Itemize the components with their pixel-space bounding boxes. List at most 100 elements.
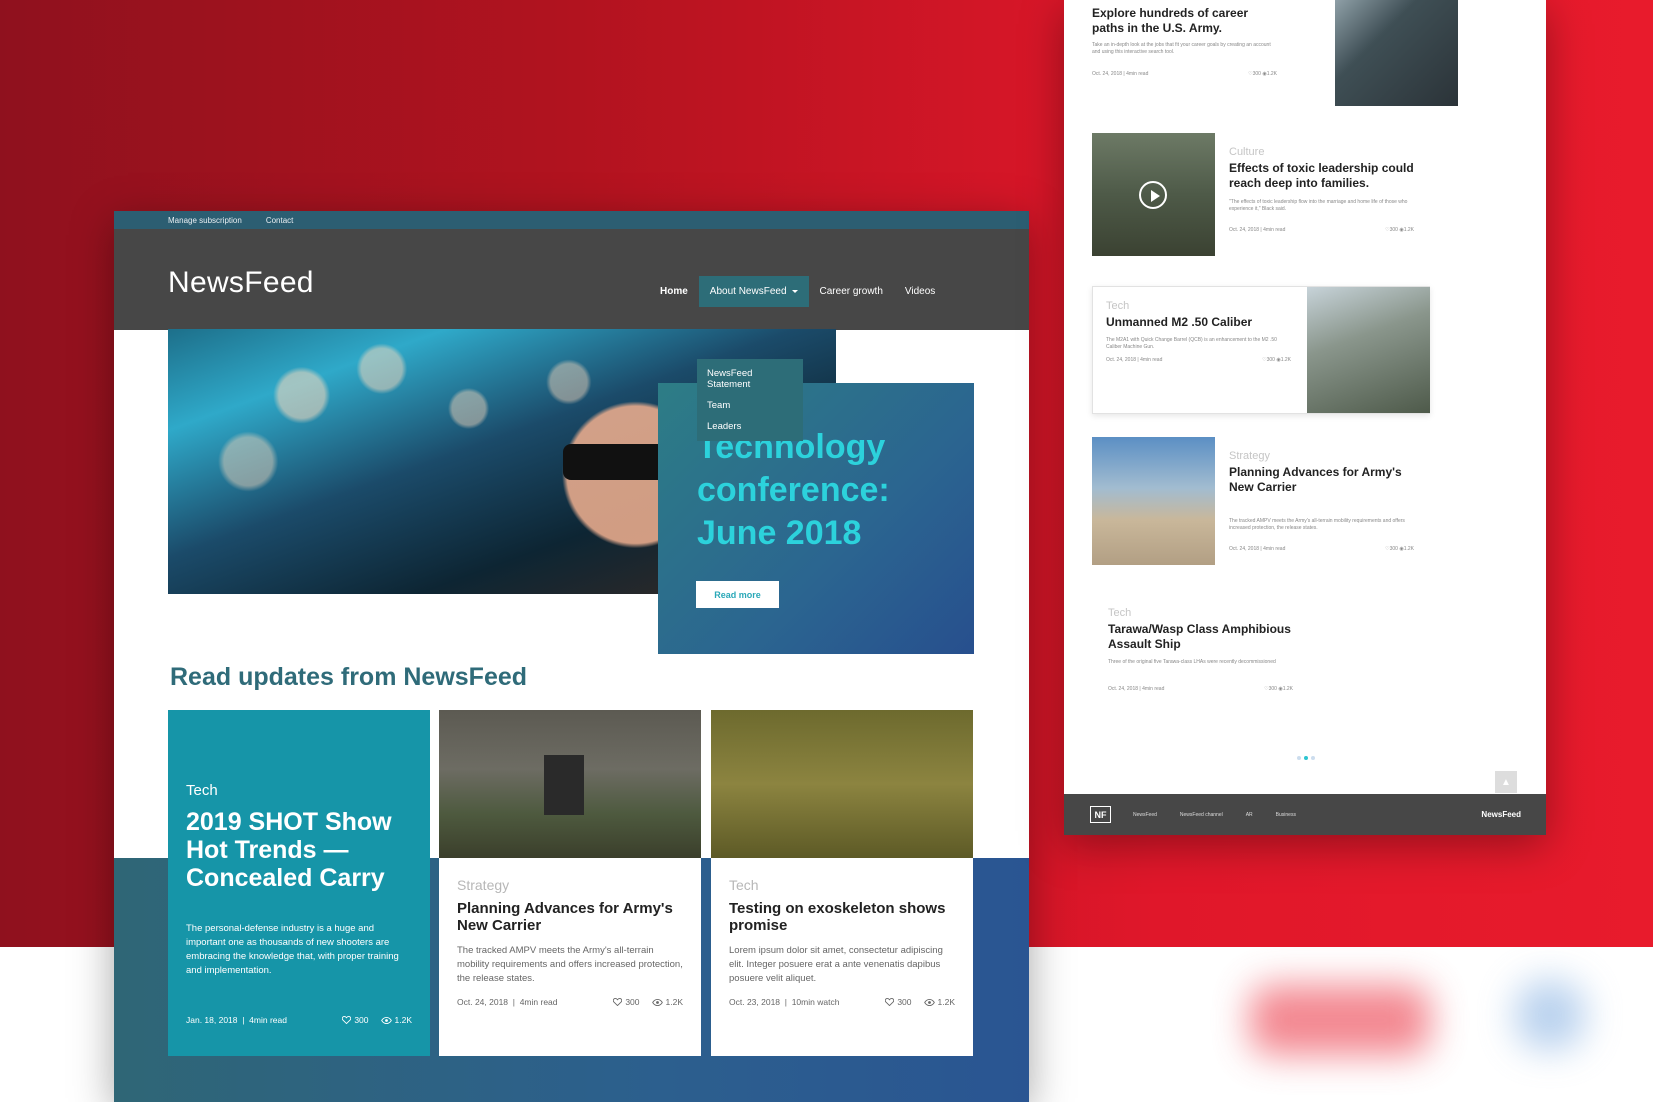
article-category: Tech <box>1108 607 1132 619</box>
heart-icon[interactable] <box>342 1016 352 1024</box>
list-article[interactable]: Tech Tarawa/Wasp Class Amphibious Assaul… <box>1092 593 1430 716</box>
card-likes: 300 <box>897 997 912 1007</box>
article-likes: 300 <box>1252 71 1261 77</box>
pagination-dot[interactable] <box>1311 756 1315 760</box>
card-category: Tech <box>729 877 759 893</box>
nav-videos[interactable]: Videos <box>894 276 946 307</box>
card-title[interactable]: 2019 SHOT Show Hot Trends — Concealed Ca… <box>186 808 426 892</box>
eye-icon <box>923 998 935 1006</box>
blurred-button-red <box>1250 985 1430 1055</box>
dropdown-item-statement[interactable]: NewsFeed Statement <box>697 363 803 395</box>
pagination-dot[interactable] <box>1297 756 1301 760</box>
article-views: 1.2K <box>1266 71 1277 77</box>
top-strip: Manage subscription Contact <box>114 211 1029 229</box>
article-card[interactable]: Strategy Planning Advances for Army's Ne… <box>439 710 701 1056</box>
dropdown-item-leaders[interactable]: Leaders <box>697 416 803 437</box>
site-logo[interactable]: NewsFeed <box>168 266 314 300</box>
main-nav: Home About NewsFeed Career growth Videos <box>649 276 946 307</box>
article-category: Culture <box>1229 146 1265 158</box>
play-icon[interactable] <box>1139 181 1167 209</box>
footer-link[interactable]: NewsFeed channel <box>1180 812 1223 818</box>
dropdown-item-team[interactable]: Team <box>697 395 803 416</box>
blurred-button-blue <box>1515 980 1585 1050</box>
article-card[interactable]: Tech Testing on exoskeleton shows promis… <box>711 710 973 1056</box>
article-meta: Oct. 24, 2018 | 4min read ♡ 300 ◉ 1.2K <box>1106 357 1291 363</box>
article-read-time: 4min read <box>1126 71 1149 77</box>
article-date: Oct. 24, 2018 <box>1106 357 1137 363</box>
footer-link[interactable]: NewsFeed <box>1133 812 1157 818</box>
card-views: 1.2K <box>665 997 684 1007</box>
article-thumbnail <box>1092 133 1215 256</box>
manage-subscription-link[interactable]: Manage subscription <box>168 216 242 225</box>
article-views: 1.2K <box>1282 686 1293 692</box>
article-description: "The effects of toxic leadership flow in… <box>1229 199 1408 212</box>
article-description: Take an in-depth look at the jobs that f… <box>1092 42 1271 55</box>
list-article[interactable]: Tech Unmanned M2 .50 Caliber The M2A1 wi… <box>1092 286 1430 414</box>
card-title[interactable]: Planning Advances for Army's New Carrier <box>457 900 687 934</box>
card-likes: 300 <box>625 997 640 1007</box>
eye-icon <box>380 1016 392 1024</box>
article-description: Three of the original five Tarawa-class … <box>1108 659 1276 665</box>
pagination-dot-active[interactable] <box>1304 756 1308 760</box>
footer-links: NewsFeed NewsFeed channel AR Business <box>1133 812 1296 818</box>
article-views: 1.2K <box>1280 357 1291 363</box>
card-meta: Oct. 24, 2018 | 4min read 300 1.2K <box>457 997 683 1007</box>
footer-link[interactable]: AR <box>1246 812 1253 818</box>
article-meta: Oct. 24, 2018 | 4min read ♡ 300 ◉ 1.2K <box>1229 546 1414 552</box>
article-meta: Oct. 24, 2018 | 4min read ♡ 300 ◉ 1.2K <box>1092 71 1277 77</box>
article-date: Oct. 24, 2018 <box>1108 686 1139 692</box>
card-title[interactable]: Testing on exoskeleton shows promise <box>729 900 959 934</box>
footer-link[interactable]: Business <box>1276 812 1296 818</box>
article-read-time: 4min read <box>1140 357 1163 363</box>
article-thumbnail <box>1092 437 1215 565</box>
contact-link[interactable]: Contact <box>266 216 294 225</box>
footer-logo[interactable]: NF <box>1090 806 1111 823</box>
article-date: Oct. 24, 2018 <box>1229 546 1260 552</box>
card-description: The tracked AMPV meets the Army's all-te… <box>457 945 683 984</box>
desktop-site-mockup: Manage subscription Contact NewsFeed Hom… <box>114 211 1029 1102</box>
article-likes: 300 <box>1266 357 1275 363</box>
nav-about-label: About NewsFeed <box>709 286 787 297</box>
article-title[interactable]: Tarawa/Wasp Class Amphibious Assault Shi… <box>1108 622 1293 652</box>
card-image <box>711 710 973 858</box>
card-likes: 300 <box>354 1015 369 1025</box>
article-read-time: 4min read <box>1142 686 1165 692</box>
article-meta: Oct. 24, 2018 | 4min read ♡ 300 ◉ 1.2K <box>1229 227 1414 233</box>
article-title[interactable]: Unmanned M2 .50 Caliber <box>1106 315 1291 330</box>
card-read-time: 4min read <box>519 997 558 1007</box>
article-title[interactable]: Effects of toxic leadership could reach … <box>1229 161 1414 191</box>
card-description: The personal-defense industry is a huge … <box>186 923 399 976</box>
article-meta: Oct. 24, 2018 | 4min read ♡ 300 ◉ 1.2K <box>1108 686 1293 692</box>
nav-home[interactable]: Home <box>649 276 699 307</box>
list-article[interactable]: Culture Effects of toxic leadership coul… <box>1092 133 1430 256</box>
heart-icon[interactable] <box>613 998 623 1006</box>
about-dropdown: NewsFeed Statement Team Leaders <box>697 359 803 441</box>
pagination-dots <box>1297 756 1315 760</box>
footer-brand: NewsFeed <box>1481 810 1521 819</box>
read-more-button[interactable]: Read more <box>696 581 779 608</box>
article-read-time: 4min read <box>1263 546 1286 552</box>
nav-about[interactable]: About NewsFeed <box>698 276 809 307</box>
article-title[interactable]: Explore hundreds of career paths in the … <box>1092 6 1277 36</box>
article-likes: 300 <box>1389 546 1398 552</box>
article-card[interactable]: Tech 2019 SHOT Show Hot Trends — Conceal… <box>168 710 430 1056</box>
article-views: 1.2K <box>1403 546 1414 552</box>
article-date: Oct. 24, 2018 <box>1229 227 1260 233</box>
list-article[interactable]: Explore hundreds of career paths in the … <box>1092 0 1458 123</box>
card-read-time: 4min read <box>249 1015 287 1025</box>
card-date: Jan. 18, 2018 <box>186 1015 238 1025</box>
back-to-top-button[interactable]: ▲ <box>1495 771 1517 793</box>
article-title[interactable]: Planning Advances for Army's New Carrier <box>1229 465 1414 495</box>
updates-heading: Read updates from NewsFeed <box>170 663 528 691</box>
hero-title: Technology conference: June 2018 <box>697 428 890 552</box>
card-date: Oct. 24, 2018 <box>457 997 509 1007</box>
card-category: Tech <box>186 782 218 799</box>
nav-career[interactable]: Career growth <box>809 276 894 307</box>
article-likes: 300 <box>1389 227 1398 233</box>
caret-down-icon <box>791 289 798 293</box>
card-views: 1.2K <box>394 1015 413 1025</box>
site-header: NewsFeed Home About NewsFeed Career grow… <box>114 229 1029 330</box>
list-article[interactable]: Strategy Planning Advances for Army's Ne… <box>1092 437 1430 565</box>
article-thumbnail <box>1307 287 1430 413</box>
heart-icon[interactable] <box>885 998 895 1006</box>
